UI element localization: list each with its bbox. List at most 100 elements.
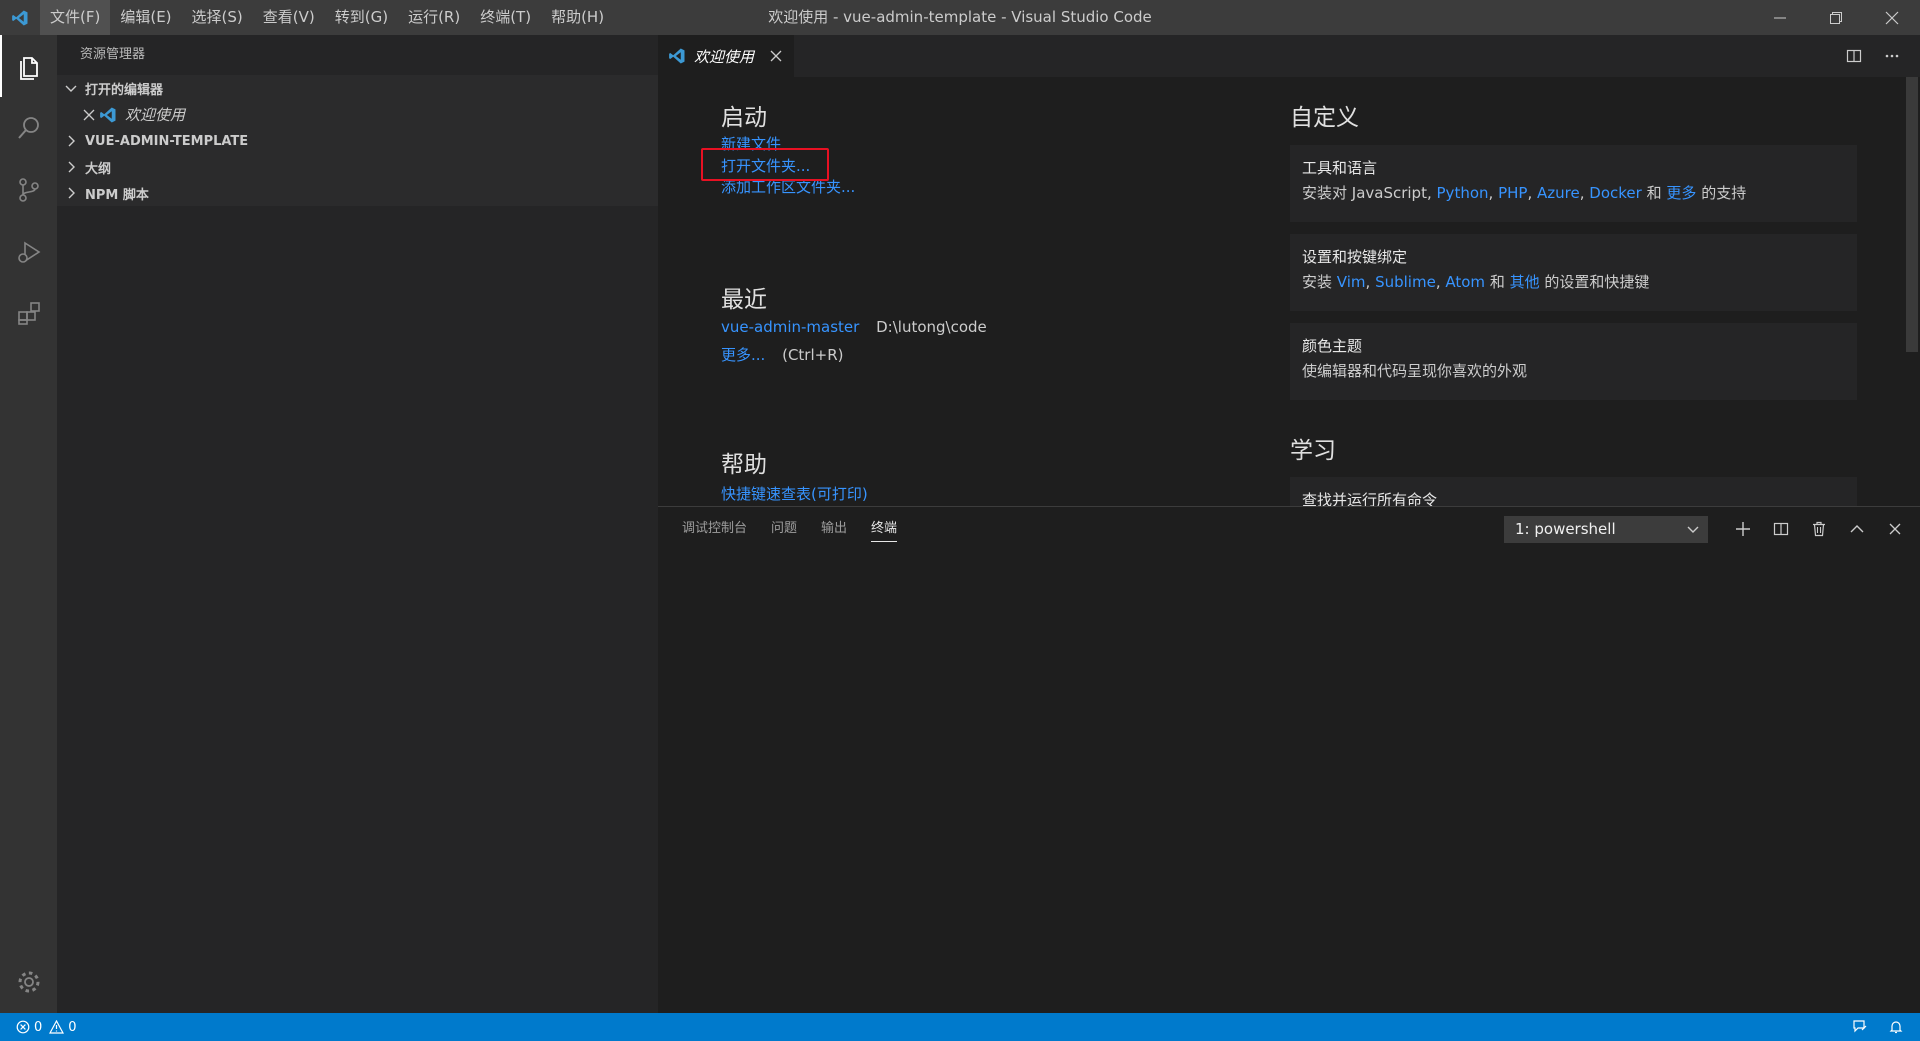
close-icon <box>1885 11 1899 24</box>
activity-explorer[interactable] <box>0 35 57 97</box>
vim-link[interactable]: Vim <box>1337 273 1366 291</box>
separator: , <box>1365 273 1371 291</box>
section-open-editors[interactable]: 打开的编辑器 <box>57 75 658 101</box>
card-text: 和 <box>1489 273 1505 291</box>
title-bar: 文件(F) 编辑(E) 选择(S) 查看(V) 转到(G) 运行(R) 终端(T… <box>0 0 1920 35</box>
terminal-select[interactable]: 1: powershell <box>1504 516 1708 543</box>
recent-item-path: D:\lutong\code <box>876 318 987 336</box>
activity-source-control[interactable] <box>0 159 57 221</box>
panel-actions <box>1724 507 1914 551</box>
problems-status[interactable]: 0 0 <box>0 1020 77 1035</box>
search-icon <box>17 117 39 139</box>
close-window-button[interactable] <box>1864 0 1920 35</box>
error-count: 0 <box>34 1019 43 1035</box>
error-icon <box>16 1020 30 1034</box>
editor-scrollbar[interactable] <box>1904 77 1920 506</box>
minimize-button[interactable] <box>1752 0 1808 35</box>
chevron-up-icon <box>1850 525 1864 533</box>
card-description: 安装对 JavaScript, Python, PHP, Azure, Dock… <box>1302 182 1845 203</box>
recent-item: vue-admin-master D:\lutong\code <box>721 318 987 336</box>
source-control-icon <box>18 178 39 202</box>
split-terminal-button[interactable] <box>1762 507 1800 551</box>
close-panel-button[interactable] <box>1876 507 1914 551</box>
window-controls <box>1752 0 1920 35</box>
menu-help[interactable]: 帮助(H) <box>541 0 614 35</box>
open-editor-label: 欢迎使用 <box>125 106 186 124</box>
separator: , <box>1488 184 1494 202</box>
section-outline[interactable]: 大纲 <box>57 154 658 180</box>
tab-problems[interactable]: 问题 <box>771 507 797 551</box>
close-icon <box>1889 523 1901 535</box>
more-actions-icon[interactable] <box>1884 48 1900 64</box>
tab-debug-console[interactable]: 调试控制台 <box>682 507 747 551</box>
menu-view[interactable]: 查看(V) <box>253 0 325 35</box>
card-find-commands[interactable]: 查找并运行所有命令 <box>1290 477 1857 506</box>
menu-go[interactable]: 转到(G) <box>325 0 398 35</box>
menu-edit[interactable]: 编辑(E) <box>110 0 181 35</box>
tab-output[interactable]: 输出 <box>821 507 847 551</box>
shortcuts-link[interactable]: 快捷键速查表(可打印) <box>721 483 868 504</box>
split-editor-icon[interactable] <box>1846 48 1862 64</box>
more-tools-link[interactable]: 更多 <box>1666 184 1696 202</box>
separator: , <box>1527 184 1533 202</box>
section-open-editors-label: 打开的编辑器 <box>85 82 164 98</box>
chevron-right-icon <box>68 187 75 199</box>
card-text: 安装 <box>1302 273 1333 291</box>
azure-link[interactable]: Azure <box>1537 184 1580 202</box>
close-icon[interactable] <box>768 48 784 64</box>
menu-selection[interactable]: 选择(S) <box>182 0 253 35</box>
explorer-sidebar: 资源管理器 打开的编辑器 欢迎使用 VUE-ADMIN-TEMPLATE 大纲 … <box>57 35 658 1013</box>
menu-terminal[interactable]: 终端(T) <box>470 0 541 35</box>
card-text: 的支持 <box>1701 184 1747 202</box>
kill-terminal-button[interactable] <box>1800 507 1838 551</box>
restore-button[interactable] <box>1808 0 1864 35</box>
menu-run[interactable]: 运行(R) <box>398 0 470 35</box>
editor-tabs: 欢迎使用 <box>658 35 1920 77</box>
highlight-box <box>701 148 829 181</box>
chevron-down-icon <box>65 85 77 92</box>
plus-icon <box>1736 522 1750 536</box>
atom-link[interactable]: Atom <box>1445 273 1485 291</box>
section-project-label: VUE-ADMIN-TEMPLATE <box>85 133 249 149</box>
section-npm-scripts[interactable]: NPM 脚本 <box>57 180 658 206</box>
card-title: 查找并运行所有命令 <box>1302 491 1438 506</box>
activity-run-debug[interactable] <box>0 221 57 283</box>
card-keybindings[interactable]: 设置和按键绑定 安装 Vim, Sublime, Atom 和 其他 的设置和快… <box>1290 234 1857 311</box>
files-icon <box>19 57 38 80</box>
sidebar-title: 资源管理器 <box>80 47 146 62</box>
maximize-panel-button[interactable] <box>1838 507 1876 551</box>
feedback-icon[interactable] <box>1852 1019 1868 1035</box>
tab-welcome[interactable]: 欢迎使用 <box>658 35 794 77</box>
scrollbar-thumb[interactable] <box>1906 77 1918 352</box>
card-color-theme[interactable]: 颜色主题 使编辑器和代码呈现你喜欢的外观 <box>1290 323 1857 400</box>
sublime-link[interactable]: Sublime <box>1375 273 1436 291</box>
minimize-icon <box>1774 17 1786 18</box>
card-description: 安装 Vim, Sublime, Atom 和 其他 的设置和快捷键 <box>1302 271 1845 292</box>
activity-settings[interactable] <box>0 951 57 1013</box>
card-title: 设置和按键绑定 <box>1302 248 1408 266</box>
docker-link[interactable]: Docker <box>1589 184 1642 202</box>
menu-file[interactable]: 文件(F) <box>40 0 111 35</box>
php-link[interactable]: PHP <box>1498 184 1527 202</box>
recent-heading: 最近 <box>721 287 767 313</box>
other-keymaps-link[interactable]: 其他 <box>1510 273 1540 291</box>
activity-search[interactable] <box>0 97 57 159</box>
recent-more-shortcut: (Ctrl+R) <box>782 346 844 364</box>
python-link[interactable]: Python <box>1437 184 1489 202</box>
warning-count: 0 <box>68 1019 77 1035</box>
recent-more-row: 更多... (Ctrl+R) <box>721 344 843 365</box>
extensions-icon <box>17 302 40 325</box>
tab-terminal[interactable]: 终端 <box>871 507 898 551</box>
start-heading: 启动 <box>721 105 767 131</box>
card-tools-languages[interactable]: 工具和语言 安装对 JavaScript, Python, PHP, Azure… <box>1290 145 1857 222</box>
close-icon[interactable] <box>81 107 97 123</box>
open-editor-item[interactable]: 欢迎使用 <box>57 101 658 128</box>
section-project[interactable]: VUE-ADMIN-TEMPLATE <box>57 128 658 154</box>
bell-icon[interactable] <box>1888 1019 1904 1035</box>
activity-extensions[interactable] <box>0 283 57 345</box>
split-icon <box>1773 522 1789 536</box>
recent-item-link[interactable]: vue-admin-master <box>721 318 859 336</box>
recent-more-link[interactable]: 更多... <box>721 346 765 364</box>
new-terminal-button[interactable] <box>1724 507 1762 551</box>
vscode-file-icon <box>100 107 116 122</box>
